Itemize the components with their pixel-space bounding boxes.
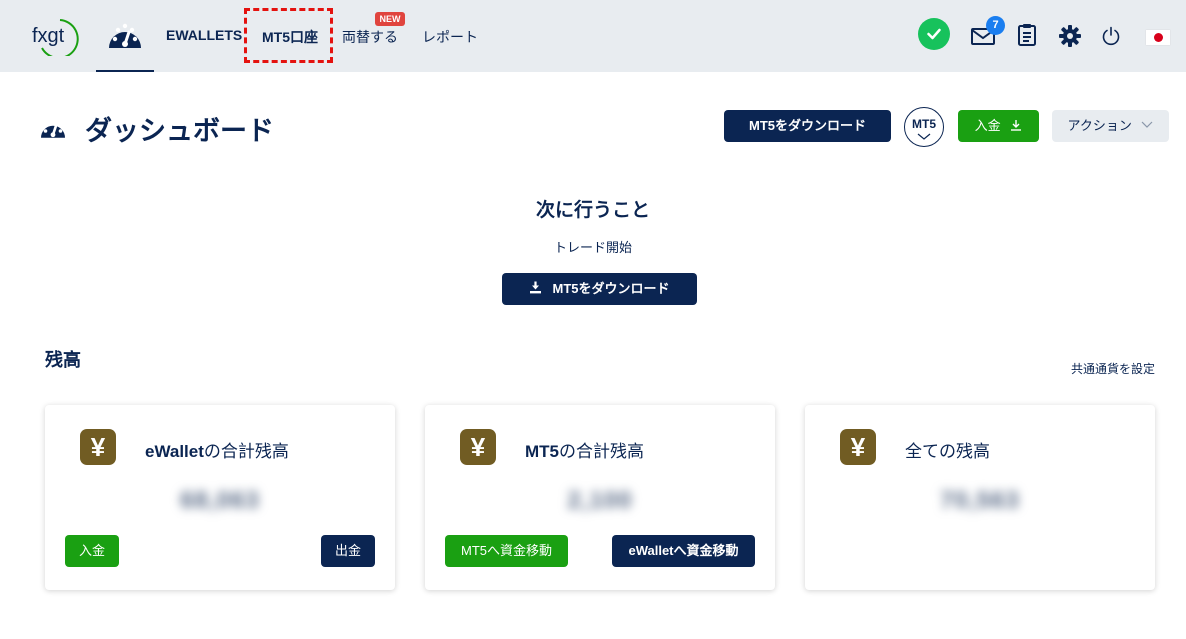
next-steps-title: 次に行うこと xyxy=(535,200,650,221)
chevron-down-icon xyxy=(917,133,931,140)
dashboard-gauge-icon xyxy=(38,116,68,145)
total-balance-card: ¥ 全ての残高 70,563 xyxy=(805,405,1155,590)
power-icon[interactable] xyxy=(1101,26,1121,51)
ewallet-balance-card: ¥ eWalletの合計残高 68,063 入金 出金 xyxy=(45,405,395,590)
download-mt5-button[interactable]: MT5をダウンロード xyxy=(724,110,891,142)
download-icon xyxy=(530,281,542,294)
page-title: ダッシュボード xyxy=(85,116,274,146)
yen-icon: ¥ xyxy=(840,429,876,465)
card-title: 全ての残高 xyxy=(905,442,990,461)
ewallet-deposit-button[interactable]: 入金 xyxy=(65,535,119,567)
mt5-selector-button[interactable]: MT5 xyxy=(904,107,944,147)
ewallet-withdraw-button[interactable]: 出金 xyxy=(321,535,375,567)
fxgt-logo[interactable]: fxgt xyxy=(30,16,86,59)
mt5-balance-card: ¥ MT5の合計残高 2,100 MT5へ資金移動 eWalletへ資金移動 xyxy=(425,405,775,590)
mt5-selector-label: MT5 xyxy=(912,117,936,131)
next-steps-subtitle: トレード開始 xyxy=(553,240,632,255)
yen-icon: ¥ xyxy=(80,429,116,465)
next-steps-download-label: MT5をダウンロード xyxy=(552,281,670,296)
actions-label: アクション xyxy=(1067,118,1132,133)
nav-exchange-link[interactable]: 両替する xyxy=(342,27,398,47)
transfer-to-mt5-button[interactable]: MT5へ資金移動 xyxy=(445,535,568,567)
next-steps-download-mt5-button[interactable]: MT5をダウンロード xyxy=(502,273,697,305)
card-title: eWalletの合計残高 xyxy=(145,442,289,461)
transfer-to-ewallet-button[interactable]: eWalletへ資金移動 xyxy=(612,535,755,567)
new-badge: NEW xyxy=(375,12,405,26)
deposit-button[interactable]: 入金 xyxy=(958,110,1039,142)
nav-reports-link[interactable]: レポート xyxy=(422,27,478,47)
dashboard-gauge-icon xyxy=(109,23,141,48)
balance-amount: 70,563 xyxy=(940,487,1020,514)
actions-dropdown[interactable]: アクション xyxy=(1052,110,1169,142)
download-icon xyxy=(1011,120,1022,131)
deposit-label: 入金 xyxy=(974,118,1001,133)
set-common-currency-link[interactable]: 共通通貨を設定 xyxy=(1020,360,1155,377)
mail-count-badge: 7 xyxy=(986,16,1005,35)
verified-status-icon[interactable] xyxy=(918,18,950,50)
balance-section-title: 残高 xyxy=(45,350,81,370)
check-icon xyxy=(927,28,941,40)
card-title: MT5の合計残高 xyxy=(525,442,644,461)
balance-amount: 68,063 xyxy=(180,487,260,514)
logo-text: fxgt xyxy=(32,25,65,47)
nav-ewallets-link[interactable]: EWALLETS xyxy=(166,27,242,43)
yen-icon: ¥ xyxy=(460,429,496,465)
highlight-annotation-box xyxy=(244,8,333,63)
gear-icon[interactable] xyxy=(1059,25,1081,52)
clipboard-icon[interactable] xyxy=(1017,23,1037,52)
chevron-down-icon xyxy=(1142,121,1153,128)
nav-dashboard-tab[interactable] xyxy=(96,0,154,72)
balance-amount: 2,100 xyxy=(567,487,633,514)
japan-flag-language-icon[interactable] xyxy=(1146,30,1170,45)
top-navigation-bar: fxgt EWALLETS MT5口座 両替する NEW レポート 7 xyxy=(0,0,1186,72)
